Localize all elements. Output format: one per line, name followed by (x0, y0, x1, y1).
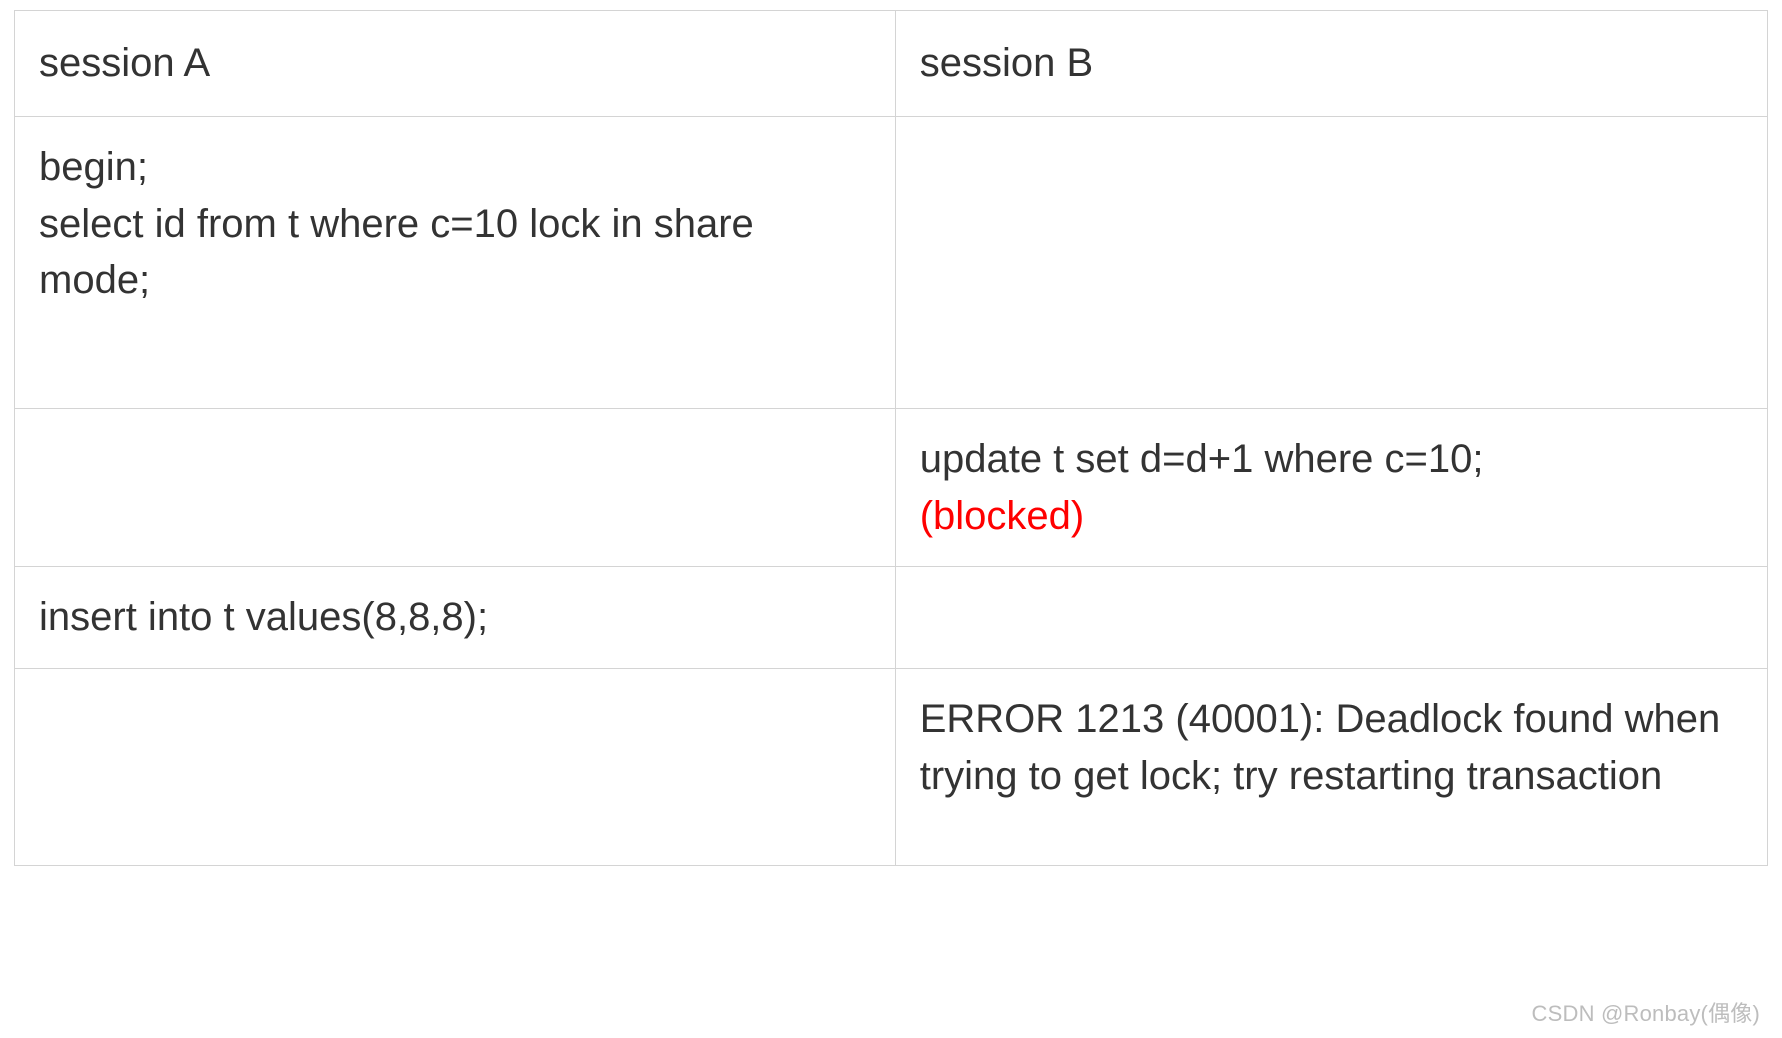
watermark-text: CSDN @Ronbay(偶像) (1532, 996, 1760, 1028)
cell-text: begin; select id from t where c=10 lock … (39, 145, 754, 303)
cell-session-b-3 (895, 567, 1767, 669)
table-row: insert into t values(8,8,8); (15, 567, 1768, 669)
session-table: session A session B begin; select id fro… (14, 10, 1768, 866)
blocked-status: (blocked) (920, 494, 1085, 538)
cell-session-b-2: update t set d=d+1 where c=10; (blocked) (895, 408, 1767, 567)
cell-session-a-4 (15, 669, 896, 866)
table-row: update t set d=d+1 where c=10; (blocked) (15, 408, 1768, 567)
cell-text: update t set d=d+1 where c=10; (920, 437, 1484, 481)
table-row: begin; select id from t where c=10 lock … (15, 116, 1768, 408)
cell-session-b-1 (895, 116, 1767, 408)
table-row: ERROR 1213 (40001): Deadlock found when … (15, 669, 1768, 866)
cell-session-b-4: ERROR 1213 (40001): Deadlock found when … (895, 669, 1767, 866)
cell-session-a-2 (15, 408, 896, 567)
table-header-row: session A session B (15, 11, 1768, 117)
header-session-a: session A (15, 11, 896, 117)
cell-session-a-3: insert into t values(8,8,8); (15, 567, 896, 669)
header-session-b: session B (895, 11, 1767, 117)
cell-session-a-1: begin; select id from t where c=10 lock … (15, 116, 896, 408)
